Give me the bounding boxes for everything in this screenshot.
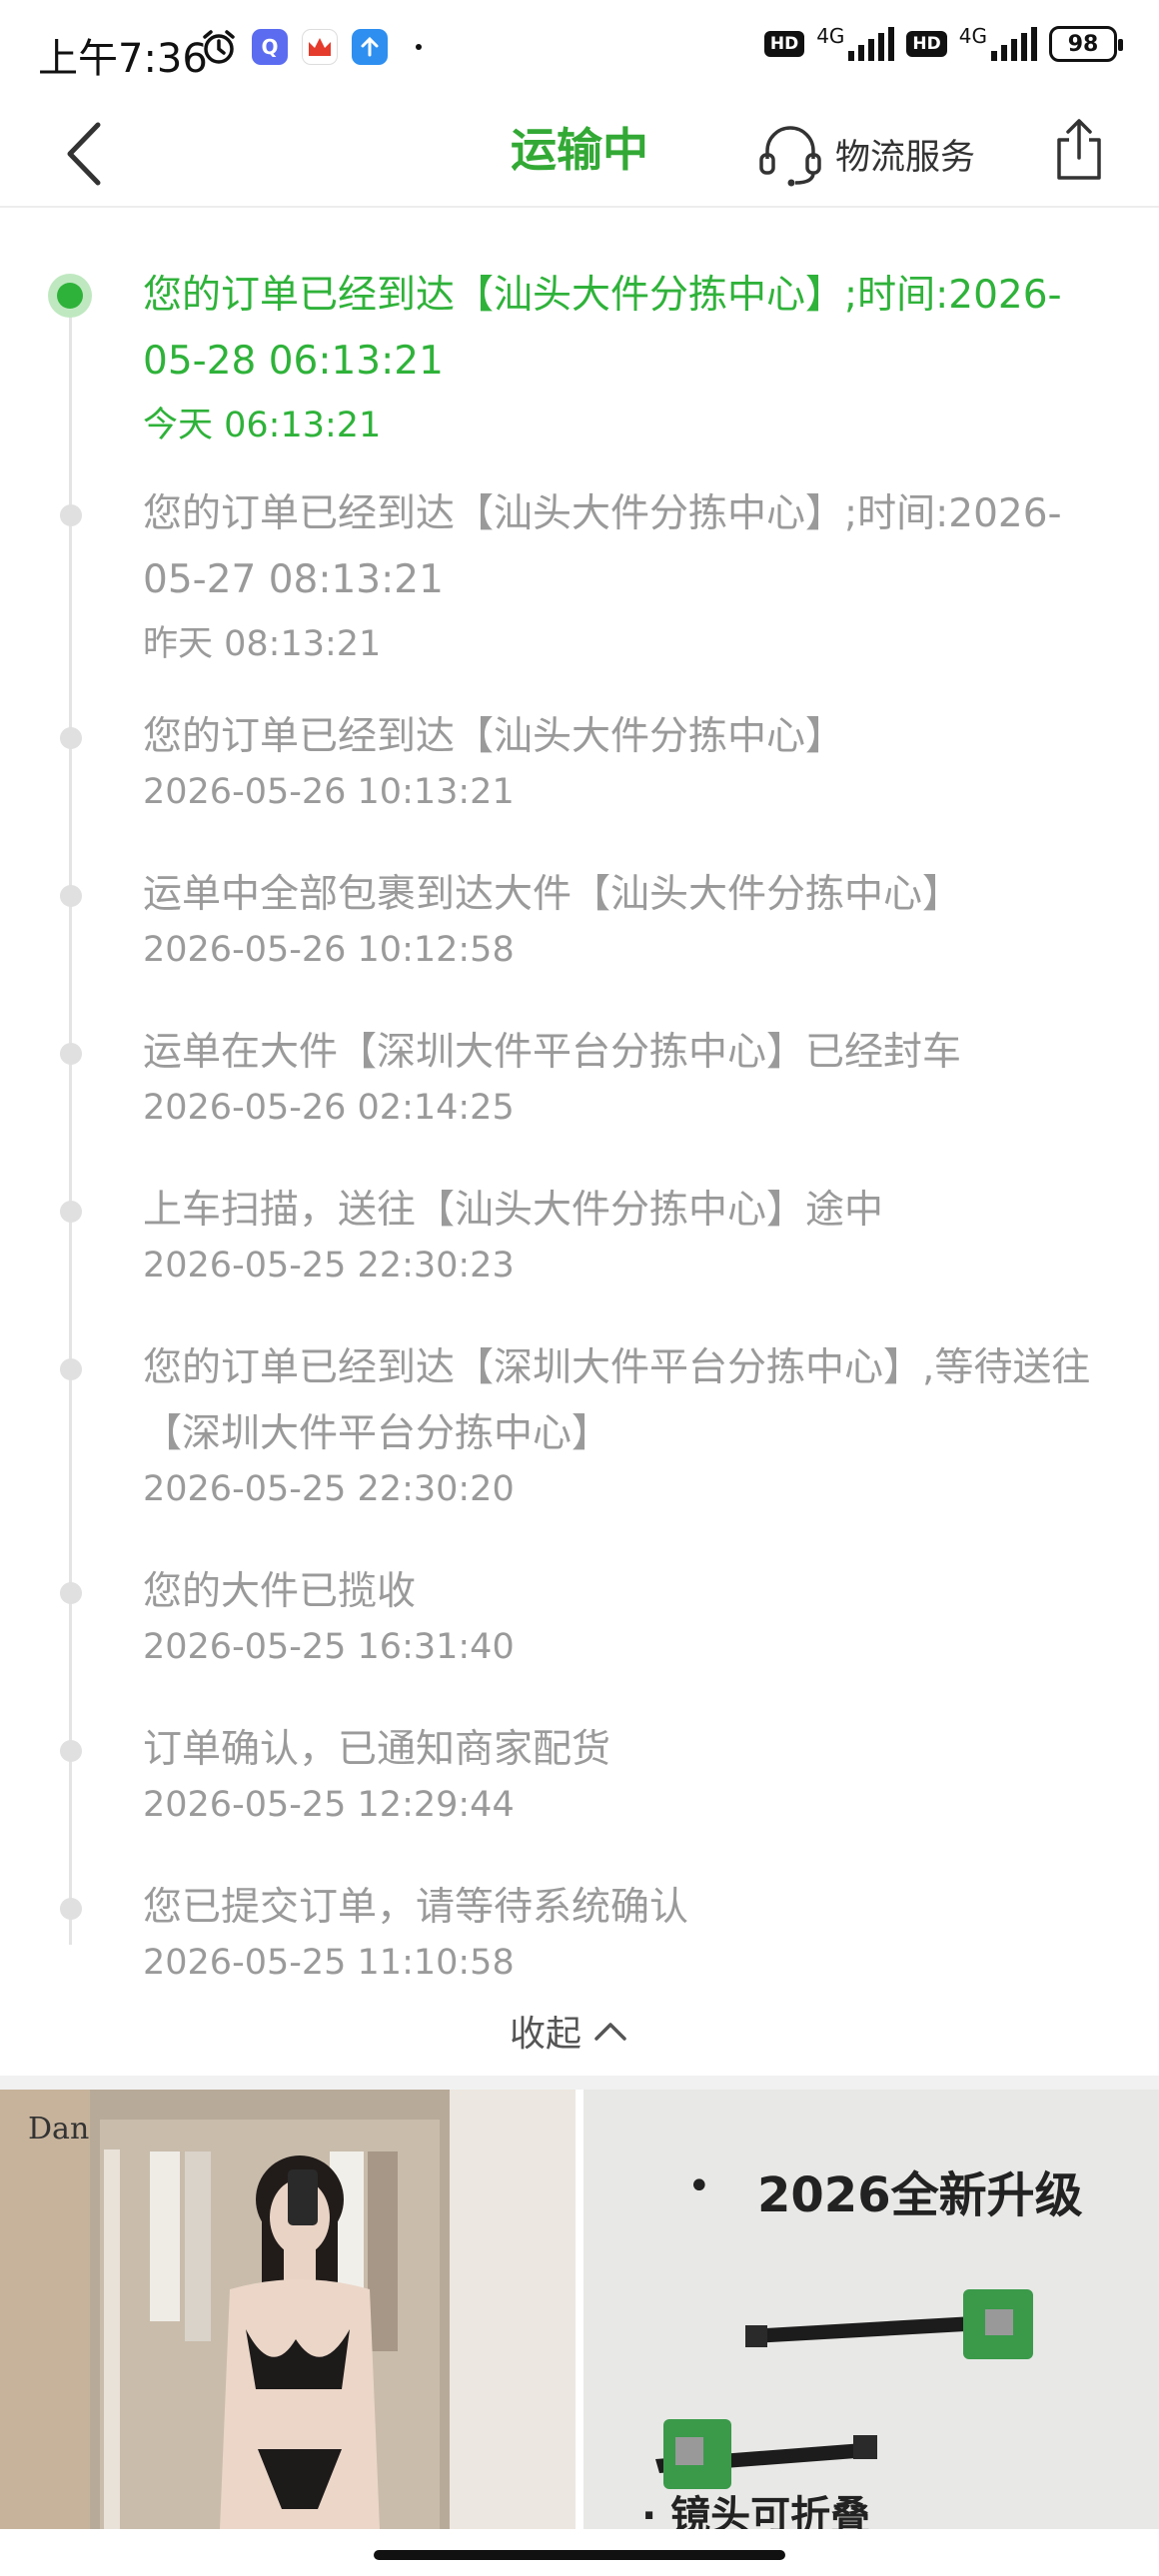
share-button[interactable]: [1049, 110, 1109, 190]
product-image: [0, 2090, 576, 2529]
tracking-timeline: 您的订单已经到达【汕头大件分拣中心】;时间:2026-05-28 06:13:2…: [0, 230, 1159, 2038]
event-time: 2026-05-25 12:29:44: [143, 1785, 515, 1825]
event-time: 2026-05-25 16:31:40: [143, 1627, 515, 1667]
event-text: 订单确认，已通知商家配货: [143, 1727, 611, 1772]
product-card-right[interactable]: • 2026全新升级 · 镜头可折叠: [583, 2090, 1159, 2529]
event-time: 2026-05-25 22:30:23: [143, 1246, 515, 1286]
timeline-line: [69, 292, 72, 1945]
event-time: 2026-05-26 02:14:25: [143, 1088, 515, 1128]
event-time: 昨天 08:13:21: [143, 624, 382, 664]
signal-icon: [991, 27, 1037, 61]
status-dot: [60, 1740, 82, 1762]
status-bar: 上午7:36 Q HD 4G HD 4G 98: [0, 0, 1159, 100]
nav-bar: 运输中 物流服务: [0, 100, 1159, 208]
event-time: 2026-05-26 10:12:58: [143, 930, 515, 970]
event-text: 运单在大件【深圳大件平台分拣中心】已经封车: [143, 1030, 962, 1075]
notification-icons: Q: [200, 28, 422, 66]
news-app-icon: [302, 29, 338, 65]
back-button[interactable]: [56, 114, 112, 194]
event-text: 您的订单已经到达【汕头大件分拣中心】: [143, 714, 845, 759]
status-dot: [60, 1043, 82, 1065]
status-time: 上午7:36: [38, 36, 208, 82]
event-text: 您已提交订单，请等待系统确认: [143, 1885, 689, 1930]
upload-notification-icon: [352, 29, 388, 65]
collapse-label: 收起: [510, 2014, 582, 2055]
signal-icon: [848, 27, 895, 61]
event-text: 您的订单已经到达【汕头大件分拣中心】;时间:2026-05-27 08:13:2…: [143, 491, 1062, 602]
alarm-icon: [203, 30, 235, 64]
app-notification-icon: Q: [252, 29, 288, 65]
share-icon: [1057, 119, 1101, 180]
event-text: 运单中全部包裹到达大件【汕头大件分拣中心】: [143, 872, 962, 917]
card-divider: [576, 2090, 583, 2529]
headset-icon: [759, 126, 821, 187]
promo-title: 2026全新升级: [757, 2167, 1083, 2223]
network-label: 4G: [816, 24, 845, 48]
status-dot: [60, 1898, 82, 1920]
network-label: 4G: [958, 24, 987, 48]
status-dot: [60, 727, 82, 749]
event-time: 2026-05-25 22:30:20: [143, 1469, 515, 1509]
status-right: HD 4G HD 4G 98: [763, 24, 1123, 62]
logistics-service-label: 物流服务: [835, 137, 976, 178]
event-time: 2026-05-26 10:13:21: [143, 772, 515, 812]
battery-icon: 98: [1049, 26, 1123, 62]
event-time: 今天 06:13:21: [143, 406, 382, 445]
collapse-button[interactable]: 收起: [510, 1991, 627, 2071]
hd-badge: HD: [906, 31, 947, 57]
event-text: 您的订单已经到达【汕头大件分拣中心】;时间:2026-05-28 06:13:2…: [143, 273, 1062, 384]
status-dot: [60, 1201, 82, 1223]
status-dot: [60, 504, 82, 526]
section-divider: [0, 2076, 1159, 2090]
brand-logo: Dan: [28, 2112, 90, 2147]
page-title: 运输中: [511, 123, 648, 177]
status-dot: [60, 1358, 82, 1380]
active-status-dot: [48, 274, 92, 318]
promo-bullet: •: [687, 2163, 711, 2209]
event-text: 您的大件已揽收: [143, 1569, 417, 1614]
event-time: 2026-05-25 11:10:58: [143, 1943, 515, 1983]
hd-badge: HD: [763, 31, 805, 57]
chevron-up-icon: [594, 2023, 626, 2041]
home-indicator[interactable]: [374, 2550, 785, 2560]
status-dot: [60, 1582, 82, 1604]
promo-subtitle: · 镜头可折叠: [641, 2493, 871, 2529]
product-card-left[interactable]: Dan: [0, 2090, 576, 2529]
logistics-service-button[interactable]: 物流服务: [755, 116, 975, 192]
more-notifications-dot: [416, 44, 422, 50]
event-text: 您的订单已经到达【深圳大件平台分拣中心】,等待送往【深圳大件平台分拣中心】: [143, 1345, 1091, 1456]
event-text: 上车扫描，送往【汕头大件分拣中心】途中: [143, 1188, 884, 1233]
chevron-left-icon: [67, 122, 101, 186]
nav-divider: [0, 206, 1159, 208]
status-dot: [60, 885, 82, 907]
